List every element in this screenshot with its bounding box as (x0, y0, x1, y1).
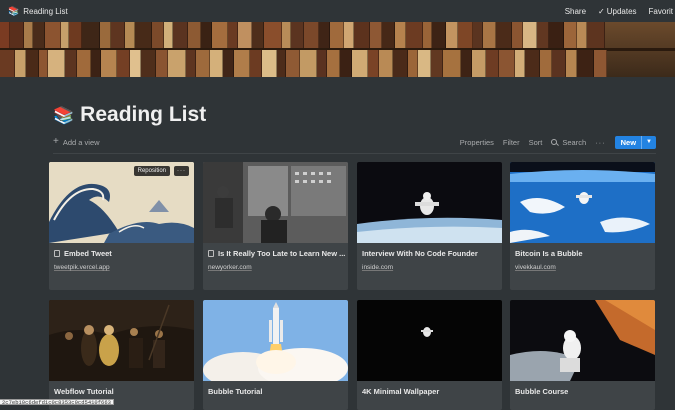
card-cover-image (510, 300, 655, 381)
breadcrumb[interactable]: 📚 Reading List (8, 6, 68, 17)
card-title-text: Bitcoin Is a Bubble (515, 249, 583, 258)
vintage-computer-image (203, 162, 348, 243)
gallery-card[interactable]: Bubble Tutorial (203, 300, 348, 410)
search-button[interactable]: Search (551, 138, 586, 147)
card-cover-image (357, 300, 502, 381)
gallery-card[interactable]: Bitcoin Is a Bubble vivekkaul.com (510, 162, 655, 290)
card-cover-image: Reposition ··· (49, 162, 194, 243)
card-title: Embed Tweet (49, 243, 194, 258)
updates-label: Updates (606, 6, 637, 16)
top-actions: Share ✓ Updates Favorit (565, 7, 673, 16)
gallery-card[interactable]: Reposition ··· Embed Tweet tweetpik.verc… (49, 162, 194, 290)
great-wave-image (49, 162, 194, 243)
toolbar-divider (53, 153, 656, 154)
bookshelf-row-top (0, 22, 675, 49)
check-icon: ✓ (598, 6, 605, 16)
page-title[interactable]: Reading List (80, 103, 206, 127)
bookshelf-row-bottom (0, 50, 675, 77)
rocket-launch-image (203, 300, 348, 381)
toolbar-actions: Properties Filter Sort Search ··· New ▼ (460, 135, 656, 149)
night-watch-painting-image (49, 300, 194, 381)
card-title: Bubble Tutorial (203, 381, 348, 396)
card-cover-image (203, 300, 348, 381)
filter-button[interactable]: Filter (503, 138, 520, 147)
search-icon (551, 139, 558, 145)
card-url[interactable]: inside.com (357, 258, 502, 271)
card-url[interactable]: vivekkaul.com (510, 258, 655, 271)
properties-button[interactable]: Properties (460, 138, 494, 147)
card-title-text: Embed Tweet (64, 249, 112, 258)
card-cover-image (49, 300, 194, 381)
database-toolbar: + Add a view Properties Filter Sort Sear… (53, 134, 656, 150)
card-more-button[interactable]: ··· (174, 166, 189, 176)
card-title: Interview With No Code Founder (357, 243, 502, 258)
card-title: Bitcoin Is a Bubble (510, 243, 655, 258)
more-options-button[interactable]: ··· (595, 138, 606, 147)
reposition-button[interactable]: Reposition (133, 166, 170, 176)
page-icon (208, 250, 214, 257)
card-url[interactable]: newyorker.com (203, 258, 348, 271)
card-cover-image (510, 162, 655, 243)
topbar: 📚 Reading List Share ✓ Updates Favorit (0, 0, 675, 22)
gallery-card[interactable]: 4K Minimal Wallpaper (357, 300, 502, 410)
gallery-card[interactable]: Bubble Course (510, 300, 655, 410)
breadcrumb-title[interactable]: Reading List (23, 7, 67, 16)
card-title-text: Interview With No Code Founder (362, 249, 478, 258)
card-title: Bubble Course (510, 381, 655, 396)
card-cover-image (357, 162, 502, 243)
plus-icon: + (53, 136, 59, 147)
card-title: Is It Really Too Late to Learn New ... (203, 243, 348, 258)
card-title-text: Bubble Course (515, 387, 569, 396)
page-icon (54, 250, 60, 257)
gallery-card[interactable]: Interview With No Code Founder inside.co… (357, 162, 502, 290)
space-station-image (510, 300, 655, 381)
favorite-button[interactable]: Favorit (649, 7, 673, 16)
updates-button[interactable]: ✓ Updates (598, 7, 637, 16)
card-url[interactable]: tweetpik.vercel.app (49, 258, 194, 271)
gallery-card[interactable]: Is It Really Too Late to Learn New ... n… (203, 162, 348, 290)
sort-button[interactable]: Sort (529, 138, 543, 147)
gallery-card[interactable]: Webflow Tutorial (49, 300, 194, 410)
books-icon: 📚 (8, 5, 20, 16)
card-title: 4K Minimal Wallpaper (357, 381, 502, 396)
card-title-text: Is It Really Too Late to Learn New ... (218, 249, 346, 258)
cover-image (0, 22, 675, 77)
card-cover-image (203, 162, 348, 243)
new-button[interactable]: New ▼ (614, 135, 656, 149)
earth-spacewalk-image (510, 162, 655, 243)
search-label: Search (562, 137, 587, 147)
card-title: Webflow Tutorial (49, 381, 194, 396)
add-view-button[interactable]: + Add a view (53, 137, 100, 147)
astronaut-image (357, 162, 502, 243)
status-bar-hash: 2c7eb10c6defd1c0c8353c0cd5410f663 (0, 399, 114, 406)
card-title-text: Bubble Tutorial (208, 387, 263, 396)
share-button[interactable]: Share (565, 7, 586, 16)
chevron-down-icon[interactable]: ▼ (641, 135, 656, 149)
card-title-text: Webflow Tutorial (54, 387, 114, 396)
card-title-text: 4K Minimal Wallpaper (362, 387, 440, 396)
page-header: 📚 Reading List (53, 103, 206, 127)
new-button-label: New (620, 137, 637, 147)
minimal-astronaut-wallpaper-image (357, 300, 502, 381)
books-icon[interactable]: 📚 (53, 107, 74, 124)
add-view-label: Add a view (62, 137, 100, 147)
